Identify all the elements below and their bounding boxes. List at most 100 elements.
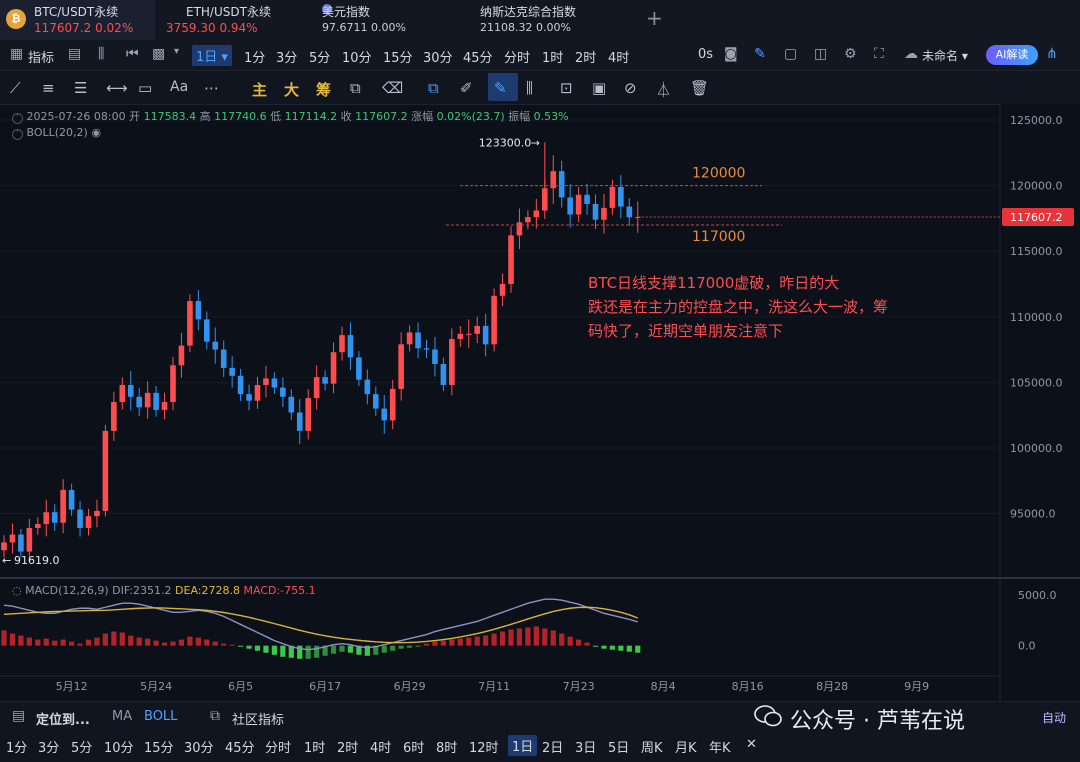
- collapse-boll-icon[interactable]: ˆ: [12, 129, 23, 140]
- macd-collapse-icon[interactable]: ◌: [12, 584, 25, 597]
- macd-bar: [398, 645, 404, 649]
- ai-analysis-button[interactable]: AI解读: [986, 45, 1038, 65]
- interval-30m[interactable]: 30分: [423, 47, 453, 66]
- interval-4h[interactable]: 4时: [608, 47, 629, 66]
- filter-icon[interactable]: ⏃: [656, 79, 671, 100]
- main-force-button[interactable]: 主: [252, 79, 267, 100]
- auto-scale[interactable]: 自动: [1042, 709, 1066, 726]
- b-interval-1h[interactable]: 1时: [304, 737, 325, 756]
- boll-indicator[interactable]: BOLL: [144, 709, 177, 724]
- layout-name[interactable]: 未命名 ▾: [922, 47, 968, 64]
- big-order-button[interactable]: 大: [284, 79, 299, 100]
- tab-btc[interactable]: ₿ BTC/USDT永续 117607.2 0.02%: [0, 0, 155, 40]
- rectangle-icon[interactable]: ▭: [138, 79, 152, 97]
- ma-indicator[interactable]: MA: [112, 709, 132, 724]
- interval-10m[interactable]: 10分: [342, 47, 372, 66]
- close-icon[interactable]: ✕: [746, 737, 757, 752]
- camera-icon[interactable]: ◙: [724, 46, 738, 62]
- community-indicators[interactable]: 社区指标: [232, 709, 284, 728]
- collapse-icon[interactable]: ˆ: [12, 113, 23, 124]
- b-interval-timeline[interactable]: 分时: [265, 737, 291, 756]
- grid-icon[interactable]: ▩: [152, 46, 165, 62]
- magnet-icon[interactable]: ⊘: [624, 79, 637, 97]
- candle-icon[interactable]: ⫼: [526, 79, 533, 97]
- candle-body: [533, 210, 540, 218]
- level-label: 117000: [692, 229, 745, 245]
- chips-button[interactable]: 筹: [316, 79, 331, 100]
- b-interval-1d[interactable]: 1日: [508, 735, 538, 756]
- b-interval-30m[interactable]: 30分: [184, 737, 214, 756]
- b-interval-12h[interactable]: 12时: [469, 737, 499, 756]
- chart-type-icon[interactable]: ⫼: [98, 46, 104, 62]
- lock-icon[interactable]: ⊡: [560, 79, 573, 97]
- calendar-icon[interactable]: ▤: [68, 46, 81, 62]
- parallel-lines-icon[interactable]: ≡: [42, 79, 55, 97]
- gear-icon[interactable]: ⚙: [844, 46, 857, 62]
- candle-body: [35, 524, 41, 528]
- interval-selected[interactable]: 1日 ▾: [192, 45, 232, 66]
- horizontal-line-icon[interactable]: ⟷: [106, 79, 128, 97]
- interval-45m[interactable]: 45分: [463, 47, 493, 66]
- calendar-locate-icon[interactable]: ▤: [12, 708, 25, 724]
- layout-icon[interactable]: ▦: [10, 46, 23, 62]
- b-interval-5d[interactable]: 5日: [608, 737, 629, 756]
- rewind-icon[interactable]: ⏮: [126, 46, 139, 62]
- price-chart[interactable]: 125000.0 120000.0 115000.0 110000.0 105000.0…: [0, 104, 1080, 700]
- community-icon[interactable]: ⧉: [210, 708, 220, 724]
- cloud-icon[interactable]: ☁: [904, 46, 918, 62]
- window-icon[interactable]: ▢: [784, 46, 797, 62]
- interval-2h[interactable]: 2时: [575, 47, 596, 66]
- channel-icon[interactable]: ☰: [74, 79, 87, 97]
- b-interval-5m[interactable]: 5分: [71, 737, 92, 756]
- share-icon[interactable]: ⋔: [1046, 46, 1058, 62]
- interval-1h[interactable]: 1时: [542, 47, 563, 66]
- locate-button[interactable]: 定位到...: [36, 709, 90, 728]
- refresh-seconds[interactable]: 0s: [698, 47, 713, 62]
- note-icon[interactable]: ▣: [592, 79, 606, 97]
- b-interval-week[interactable]: 周K: [641, 737, 663, 756]
- b-interval-45m[interactable]: 45分: [225, 737, 255, 756]
- b-interval-15m[interactable]: 15分: [144, 737, 174, 756]
- pen-icon[interactable]: ✎: [754, 46, 766, 62]
- tab-btc-price: 117607.2 0.02%: [34, 21, 134, 35]
- eye-icon[interactable]: ◉: [91, 126, 101, 139]
- trash-icon[interactable]: 🗑: [690, 79, 709, 97]
- chevron-down-icon[interactable]: ▾: [174, 46, 179, 57]
- indicator-button[interactable]: 指标: [28, 47, 54, 66]
- interval-1m[interactable]: 1分: [244, 47, 265, 66]
- interval-3m[interactable]: 3分: [276, 47, 297, 66]
- text-tool[interactable]: Aa: [170, 79, 188, 95]
- b-interval-3d[interactable]: 3日: [575, 737, 596, 756]
- b-interval-10m[interactable]: 10分: [104, 737, 134, 756]
- b-interval-4h[interactable]: 4时: [370, 737, 391, 756]
- interval-timeline[interactable]: 分时: [504, 47, 530, 66]
- b-interval-year[interactable]: 年K: [709, 737, 731, 756]
- ruler-icon[interactable]: ✐: [460, 79, 473, 97]
- fullscreen-icon[interactable]: ⛶: [874, 46, 884, 62]
- candle-body: [51, 512, 58, 523]
- interval-5m[interactable]: 5分: [309, 47, 330, 66]
- copy-icon[interactable]: ⧉: [350, 79, 361, 97]
- more-icon[interactable]: ⋯: [204, 79, 219, 97]
- brush-icon[interactable]: ✎: [494, 79, 507, 97]
- b-interval-6h[interactable]: 6时: [403, 737, 424, 756]
- b-interval-2h[interactable]: 2时: [337, 737, 358, 756]
- candle-body: [94, 510, 100, 517]
- b-interval-month[interactable]: 月K: [675, 737, 697, 756]
- b-interval-2d[interactable]: 2日: [542, 737, 563, 756]
- interval-15m[interactable]: 15分: [383, 47, 413, 66]
- b-interval-8h[interactable]: 8时: [436, 737, 457, 756]
- tab-dxy[interactable]: 美元指数 97.6711 0.00%: [312, 0, 468, 40]
- add-tab-icon[interactable]: +: [646, 6, 663, 30]
- split-icon[interactable]: ◫: [814, 46, 827, 62]
- tab-eth[interactable]: ETH/USDT永续 3759.30 0.94%: [156, 0, 332, 40]
- layers-icon[interactable]: ⧉: [428, 79, 439, 97]
- b-interval-3m[interactable]: 3分: [38, 737, 59, 756]
- eraser-icon[interactable]: ⌫: [382, 79, 403, 97]
- macd-bar: [432, 641, 438, 646]
- ticker-tabs: ₿ BTC/USDT永续 117607.2 0.02% ETH/USDT永续 3…: [0, 0, 1080, 41]
- boll-label[interactable]: ˆ BOLL(20,2) ◉: [12, 126, 101, 140]
- trendline-icon[interactable]: ⟋: [10, 79, 21, 97]
- b-interval-1m[interactable]: 1分: [6, 737, 27, 756]
- tab-nasdaq[interactable]: 纳斯达克综合指数 21108.32 0.00%: [470, 0, 635, 40]
